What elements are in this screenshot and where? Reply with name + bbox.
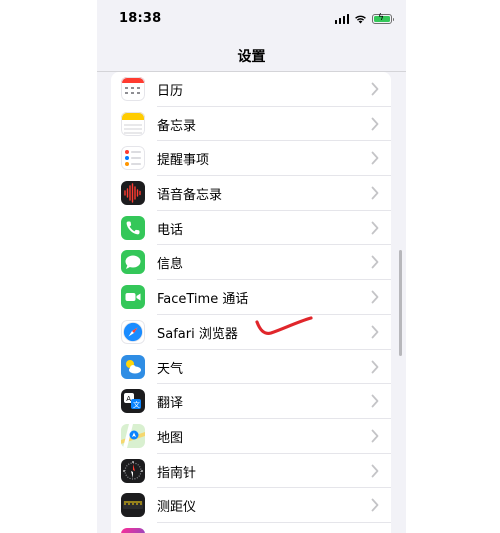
settings-item-notes[interactable]: 备忘录 (111, 107, 391, 142)
settings-item-label: 测距仪 (157, 500, 197, 516)
facetime-icon (121, 285, 145, 310)
voice-memos-icon (121, 181, 145, 206)
chevron-right-icon (371, 325, 379, 339)
settings-item-safari[interactable]: Safari 浏览器 (111, 315, 391, 350)
settings-item-messages[interactable]: 信息 (111, 245, 391, 281)
settings-item-maps[interactable]: 地图 (111, 419, 391, 454)
svg-text:文: 文 (133, 400, 140, 409)
status-bar: 18:38 ϟ (97, 0, 406, 38)
settings-item-compass[interactable]: 指南针 (111, 454, 391, 489)
settings-item-label: Safari 浏览器 (157, 326, 238, 342)
wifi-icon (355, 15, 366, 24)
settings-item-label: 天气 (157, 361, 184, 377)
page-title: 设置 (237, 49, 266, 65)
chevron-right-icon (371, 117, 379, 131)
settings-item-shortcuts[interactable] (111, 523, 391, 533)
messages-icon (121, 250, 145, 275)
chevron-right-icon (371, 498, 379, 512)
weather-icon (121, 354, 145, 379)
status-time: 18:38 (119, 11, 162, 26)
shortcuts-icon (121, 527, 145, 533)
red-annotation-stroke (255, 316, 313, 336)
settings-item-reminders[interactable]: 提醒事项 (111, 141, 391, 177)
battery-charging-icon: ϟ (372, 13, 394, 24)
settings-item-label: 信息 (157, 257, 184, 273)
safari-icon (121, 319, 145, 344)
settings-item-label: 翻译 (157, 396, 184, 412)
settings-item-label: 电话 (157, 222, 184, 238)
reminders-icon (121, 146, 145, 171)
settings-item-phone[interactable]: 电话 (111, 211, 391, 246)
phone-screen: 18:38 ϟ 设置 日历 备忘录 提醒事项 语音备忘录 电话 信息 FaceT… (97, 0, 406, 533)
chevron-right-icon (371, 429, 379, 443)
settings-item-label: 备忘录 (157, 118, 197, 134)
settings-item-label: 语音备忘录 (157, 188, 223, 204)
measure-icon (121, 493, 145, 518)
settings-item-translate[interactable]: A 文 翻译 (111, 384, 391, 419)
signal-icon (334, 14, 349, 24)
settings-item-facetime[interactable]: FaceTime 通话 (111, 280, 391, 315)
settings-item-label: 地图 (157, 430, 184, 446)
scroll-indicator[interactable] (399, 250, 402, 356)
maps-icon (121, 423, 145, 448)
settings-item-label: 提醒事项 (157, 153, 210, 169)
chevron-right-icon (371, 151, 379, 165)
settings-item-label: 指南针 (157, 465, 197, 481)
compass-icon (121, 458, 145, 483)
status-icons: ϟ (334, 13, 394, 25)
svg-text:A: A (126, 395, 131, 403)
settings-item-weather[interactable]: 天气 (111, 350, 391, 385)
settings-item-voice-memos[interactable]: 语音备忘录 (111, 176, 391, 211)
chevron-right-icon (371, 290, 379, 304)
nav-bar: 设置 (97, 38, 406, 72)
settings-item-calendar[interactable]: 日历 (111, 72, 391, 107)
chevron-right-icon (371, 82, 379, 96)
calendar-icon (121, 77, 145, 101)
chevron-right-icon (371, 186, 379, 200)
chevron-right-icon (371, 394, 379, 408)
chevron-right-icon (371, 360, 379, 373)
settings-list: 日历 备忘录 提醒事项 语音备忘录 电话 信息 FaceTime 通话 Safa… (111, 72, 391, 533)
settings-item-label: 日历 (157, 84, 184, 99)
settings-item-label: FaceTime 通话 (157, 292, 249, 308)
chevron-right-icon (371, 464, 379, 477)
chevron-right-icon (371, 256, 379, 269)
chevron-right-icon (371, 221, 379, 235)
notes-icon (121, 111, 145, 136)
phone-icon (121, 215, 145, 240)
settings-item-measure[interactable]: 测距仪 (111, 488, 391, 523)
translate-icon: A 文 (121, 389, 145, 414)
